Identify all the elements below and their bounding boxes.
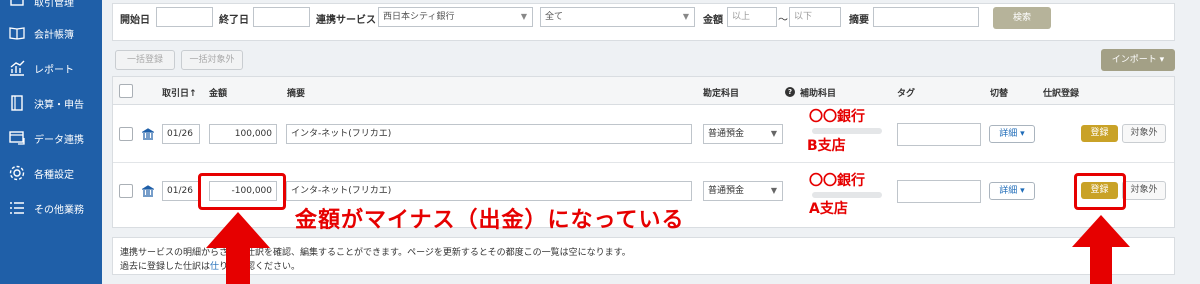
service-select[interactable]: 西日本シティ銀行 ▼ [378,7,533,27]
sub-account-branch: A支店 [809,201,848,217]
exclude-button[interactable]: 対象外 [1122,181,1166,200]
detail-button[interactable]: 詳細 ▾ [989,125,1035,143]
header-date-label: 取引日 [162,89,190,99]
info-line-1: 連携サービスの明細からされた仕訳を確認、編集することができます。ページを更新する… [120,248,631,258]
register-button[interactable]: 登録 [1081,125,1118,142]
detail-button[interactable]: 詳細 ▾ [989,182,1035,200]
report-icon [7,59,27,77]
memo-input[interactable]: インタ-ネット(フリカエ) [286,181,692,201]
sidebar-item-label: 会計帳簿 [34,29,74,41]
settlement-icon [7,94,27,112]
sidebar-item-other[interactable]: その他業務 [0,193,102,223]
sub-account-bank-name: 〇〇銀行 [809,109,865,125]
sort-arrow-icon: ↑ [189,89,197,99]
account-value: 普通預金 [708,186,745,196]
header-memo: 摘要 [287,89,306,99]
sidebar-item-report[interactable]: レポート [0,53,102,83]
header-date[interactable]: 取引日↑ [162,86,197,99]
annotation-text: 金額がマイナス（出金）になっている [295,208,685,233]
sidebar-item-label: 各種設定 [34,169,74,181]
start-date-label: 開始日 [120,15,150,26]
redacted-text [812,192,882,198]
annotation-arrow-up-icon [1072,215,1130,284]
sub-account-branch: B支店 [807,138,846,154]
type-select-value: 全て [545,12,564,22]
bank-icon [142,185,154,197]
select-all-checkbox[interactable] [119,84,133,98]
service-select-value: 西日本シティ銀行 [383,12,455,22]
amount-label: 金額 [703,15,723,26]
service-label: 連携サービス [316,15,376,26]
date-input[interactable]: 01/26 [162,124,200,144]
header-tag: タグ [897,89,916,99]
list-icon [7,199,27,217]
sidebar: 取引管理 会計帳簿 レポート 決算・申告 データ連携 各種設定 その他業務 [0,0,102,284]
header-sub-account: 補助科目 [800,89,837,99]
sub-account-bank-name: 〇〇銀行 [809,173,865,189]
annotation-amount-highlight [198,173,286,210]
amount-input[interactable]: 100,000 [209,124,277,144]
amount-tilde: 〜 [778,15,788,26]
book-icon [7,24,27,42]
table-header [113,77,1174,105]
account-select[interactable]: 普通預金 ▼ [703,124,783,144]
chevron-down-icon: ▼ [770,129,777,138]
gear-icon [7,164,27,182]
end-date-label: 終了日 [219,15,249,26]
chevron-down-icon: ▼ [520,12,527,21]
header-account: 勘定科目 [703,89,740,99]
start-date-input[interactable] [156,7,213,27]
cart-icon [7,0,27,10]
account-select[interactable]: 普通預金 ▼ [703,181,783,201]
sidebar-item-label: レポート [34,64,74,76]
memo-input[interactable]: インタ-ネット(フリカエ) [286,124,692,144]
sidebar-item-data-link[interactable]: データ連携 [0,123,102,153]
tag-input[interactable] [897,180,981,203]
header-register: 仕訳登録 [1043,89,1080,99]
bulk-register-button[interactable]: 一括登録 [115,50,175,70]
sidebar-item-label: データ連携 [34,134,84,146]
amount-min-input[interactable]: 以上 [727,7,777,27]
annotation-arrow-up-icon [206,212,270,284]
sidebar-item-settlement[interactable]: 決算・申告 [0,88,102,118]
sidebar-item-settings[interactable]: 各種設定 [0,158,102,188]
annotation-register-highlight [1074,173,1126,210]
bulk-exclude-button[interactable]: 一括対象外 [181,50,243,70]
data-link-icon [7,129,27,147]
date-input[interactable]: 01/26 [162,181,200,201]
memo-label: 摘要 [849,15,869,26]
search-button[interactable]: 検索 [993,7,1051,29]
import-button[interactable]: インポート ▾ [1101,49,1175,71]
amount-max-input[interactable]: 以下 [789,7,841,27]
row-checkbox[interactable] [119,184,133,198]
redacted-text [812,128,882,134]
account-value: 普通預金 [708,129,745,139]
sidebar-item-ledger[interactable]: 会計帳簿 [0,18,102,48]
end-date-input[interactable] [253,7,310,27]
type-select[interactable]: 全て ▼ [540,7,695,27]
sidebar-item-transactions[interactable]: 取引管理 [0,0,102,16]
header-amount: 金額 [209,89,228,99]
memo-input[interactable] [873,7,979,27]
tag-input[interactable] [897,123,981,146]
bank-icon [142,128,154,140]
help-icon[interactable]: ? [785,87,795,97]
chevron-down-icon: ▼ [770,186,777,195]
header-toggle: 切替 [990,89,1009,99]
sidebar-item-label: 取引管理 [34,0,74,9]
chevron-down-icon: ▼ [682,12,689,21]
exclude-button[interactable]: 対象外 [1122,124,1166,143]
sidebar-item-label: その他業務 [34,204,84,216]
row-checkbox[interactable] [119,127,133,141]
info-line-2-prefix: 過去に登録した仕訳は [120,262,211,272]
sidebar-item-label: 決算・申告 [34,99,84,111]
